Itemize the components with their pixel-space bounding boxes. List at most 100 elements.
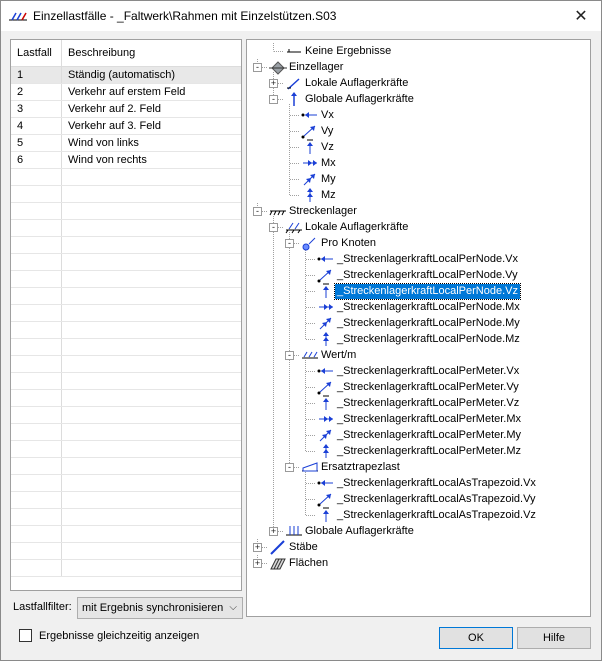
grid-cell-empty: [11, 288, 62, 304]
tree-node[interactable]: _StreckenlagerkraftLocalPerNode.Vx: [317, 251, 520, 267]
tree-node[interactable]: Ersatztrapezlast: [301, 459, 402, 475]
expand-icon[interactable]: +: [253, 543, 262, 552]
grid-row[interactable]: 3 Verkehr auf 2. Feld: [11, 101, 241, 118]
tree-node[interactable]: _StreckenlagerkraftLocalPerMeter.Vx: [317, 363, 521, 379]
tree-node[interactable]: _StreckenlagerkraftLocalAsTrapezoid.Vy: [317, 491, 538, 507]
tree-node[interactable]: Globale Auflagerkräfte: [285, 91, 416, 107]
ok-button[interactable]: OK: [439, 627, 513, 649]
tree-node[interactable]: _StreckenlagerkraftLocalPerNode.Vz: [317, 282, 521, 300]
grid-cell-lastfall: 3: [11, 101, 62, 117]
grid-cell-empty: [62, 543, 241, 559]
close-button[interactable]: ✕: [561, 1, 601, 31]
tree-node[interactable]: _StreckenlagerkraftLocalPerNode.Mx: [317, 299, 522, 315]
tree-node[interactable]: Vz: [301, 139, 336, 155]
expand-icon[interactable]: +: [269, 79, 278, 88]
chevron-down-icon: ⌵: [229, 602, 237, 613]
collapse-icon[interactable]: -: [285, 351, 294, 360]
grid-cell-empty: [11, 305, 62, 321]
tree-node[interactable]: Vx: [301, 107, 336, 123]
tree-node[interactable]: Globale Auflagerkräfte: [285, 523, 416, 539]
tree-node[interactable]: _StreckenlagerkraftLocalPerMeter.Vy: [317, 379, 521, 395]
grid-cell-empty: [62, 254, 241, 270]
collapse-icon[interactable]: -: [285, 239, 294, 248]
tree-node[interactable]: _StreckenlagerkraftLocalPerNode.Vy: [317, 267, 520, 283]
grid-cell-empty: [62, 288, 241, 304]
grid-row[interactable]: 4 Verkehr auf 3. Feld: [11, 118, 241, 135]
filter-label: Lastfallfilter:: [13, 601, 72, 613]
tree-node[interactable]: Mx: [301, 155, 338, 171]
trapezoid-icon: [302, 462, 318, 472]
grid-row-empty: [11, 339, 241, 356]
mx-icon: [319, 304, 333, 310]
tree-node-label: Wert/m: [321, 348, 357, 361]
grid-cell-beschreibung: Verkehr auf erstem Feld: [68, 86, 186, 98]
tree-node[interactable]: Flächen: [269, 555, 330, 571]
tree-node[interactable]: _StreckenlagerkraftLocalAsTrapezoid.Vz: [317, 507, 538, 523]
tree-node[interactable]: _StreckenlagerkraftLocalAsTrapezoid.Vx: [317, 475, 538, 491]
load-case-grid[interactable]: Lastfall Beschreibung 1 Ständig (automati…: [10, 39, 242, 591]
grid-row[interactable]: 5 Wind von links: [11, 135, 241, 152]
show-results-simultaneously-row[interactable]: Ergebnisse gleichzeitig anzeigen: [19, 629, 199, 642]
collapse-icon[interactable]: -: [269, 223, 278, 232]
collapse-icon[interactable]: -: [253, 63, 262, 72]
tree-node-label: Ersatztrapezlast: [321, 460, 400, 473]
tree-node[interactable]: Mz: [301, 187, 338, 203]
grid-cell-beschreibung: Verkehr auf 3. Feld: [68, 120, 161, 132]
tree-node[interactable]: Keine Ergebnisse: [285, 43, 393, 59]
tree-node[interactable]: _StreckenlagerkraftLocalPerNode.Mz: [317, 331, 522, 347]
tree-node[interactable]: Pro Knoten: [301, 235, 378, 251]
grid-cell-empty: [62, 560, 241, 576]
expand-icon[interactable]: +: [269, 527, 278, 536]
local-line-reaction-icon: [285, 222, 302, 234]
column-header-lastfall[interactable]: Lastfall: [11, 40, 62, 66]
grid-cell-empty: [62, 220, 241, 236]
tree-node[interactable]: Lokale Auflagerkräfte: [285, 75, 410, 91]
column-header-beschreibung[interactable]: Beschreibung: [62, 40, 241, 66]
tree-node[interactable]: _StreckenlagerkraftLocalPerNode.My: [317, 315, 522, 331]
tree-node[interactable]: _StreckenlagerkraftLocalPerMeter.Vz: [317, 395, 521, 411]
grid-cell-empty: [11, 254, 62, 270]
grid-row-empty: [11, 509, 241, 526]
grid-row[interactable]: 1 Ständig (automatisch): [11, 67, 241, 84]
collapse-icon[interactable]: -: [269, 95, 278, 104]
tree-node[interactable]: Wert/m: [301, 347, 358, 363]
grid-row-empty: [11, 186, 241, 203]
tree-node[interactable]: Streckenlager: [269, 203, 359, 219]
grid-cell-empty: [11, 373, 62, 389]
vz-icon: [323, 395, 329, 410]
dialog-window: Einzellastfälle - _Faltwerk\Rahmen mit E…: [0, 0, 602, 661]
grid-row-empty: [11, 220, 241, 237]
vx-icon: [317, 480, 333, 486]
grid-row-empty: [11, 169, 241, 186]
filter-dropdown[interactable]: mit Ergebnis synchronisieren ⌵: [77, 597, 243, 619]
grid-cell-empty: [11, 458, 62, 474]
grid-cell-beschreibung: Wind von rechts: [68, 154, 147, 166]
collapse-icon[interactable]: -: [253, 207, 262, 216]
tree-node-label: _StreckenlagerkraftLocalPerNode.Vx: [337, 252, 518, 265]
tree-node[interactable]: Einzellager: [269, 59, 345, 75]
window-title: Einzellastfälle - _Faltwerk\Rahmen mit E…: [33, 9, 337, 23]
tree-node-label: Mz: [321, 188, 336, 201]
grid-cell-empty: [62, 169, 241, 185]
tree-node[interactable]: _StreckenlagerkraftLocalPerMeter.My: [317, 427, 523, 443]
grid-cell-empty: [11, 424, 62, 440]
grid-row[interactable]: 2 Verkehr auf erstem Feld: [11, 84, 241, 101]
collapse-icon[interactable]: -: [285, 463, 294, 472]
result-tree[interactable]: Keine Ergebnisse Einzellager - Lokale Aufla…: [246, 39, 591, 617]
tree-node[interactable]: Stäbe: [269, 539, 320, 555]
tree-node[interactable]: _StreckenlagerkraftLocalPerMeter.Mx: [317, 411, 523, 427]
grid-cell-empty: [62, 526, 241, 542]
grid-cell-lastfall: 5: [11, 135, 62, 151]
grid-row-empty: [11, 407, 241, 424]
grid-row-empty: [11, 373, 241, 390]
expand-icon[interactable]: +: [253, 559, 262, 568]
show-results-label: Ergebnisse gleichzeitig anzeigen: [39, 629, 200, 642]
tree-node[interactable]: My: [301, 171, 338, 187]
show-results-checkbox[interactable]: [19, 629, 32, 642]
tree-node[interactable]: Vy: [301, 123, 335, 139]
grid-row[interactable]: 6 Wind von rechts: [11, 152, 241, 169]
tree-node[interactable]: Lokale Auflagerkräfte: [285, 219, 410, 235]
tree-node[interactable]: _StreckenlagerkraftLocalPerMeter.Mz: [317, 443, 523, 459]
help-button[interactable]: Hilfe: [517, 627, 591, 649]
mx-icon: [303, 160, 317, 166]
